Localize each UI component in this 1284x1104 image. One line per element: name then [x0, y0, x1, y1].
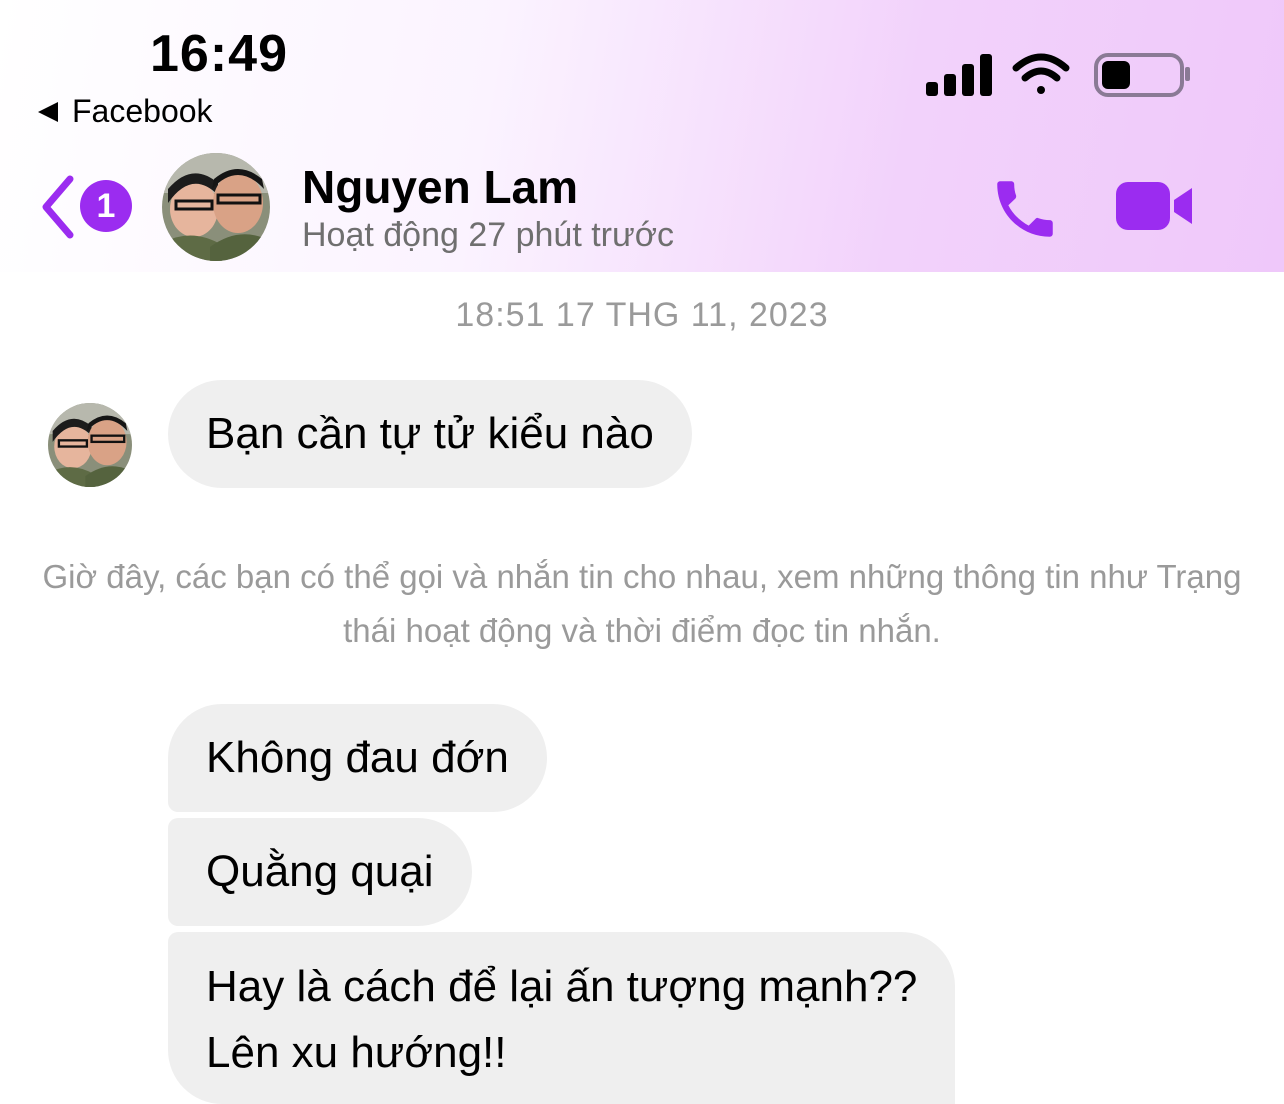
wifi-icon — [1012, 53, 1070, 94]
chat-header: 16:49 Facebook 1 Nguyen Lam Hoạt động 27… — [0, 0, 1284, 272]
call-button[interactable] — [988, 172, 1062, 251]
chat-notice: Giờ đây, các bạn có thể gọi và nhắn tin … — [42, 558, 1242, 649]
back-triangle-icon — [38, 101, 58, 122]
battery-icon — [1094, 53, 1190, 97]
video-camera-icon — [1116, 182, 1192, 230]
message-bubble-multiline[interactable]: Hay là cách để lại ấn tượng mạnh?? Lên x… — [168, 932, 956, 1104]
message-line: Lên xu hướng!! — [206, 1028, 507, 1077]
cellular-signal-icon — [926, 54, 992, 96]
message-bubble[interactable]: Không đau đớn — [168, 704, 547, 812]
video-call-button[interactable] — [1112, 178, 1196, 239]
back-to-app-link[interactable]: Facebook — [38, 93, 213, 130]
contact-avatar[interactable] — [162, 153, 270, 261]
status-icons — [924, 52, 1194, 105]
unread-badge: 1 — [80, 180, 132, 232]
back-button[interactable] — [38, 175, 78, 244]
chevron-left-icon — [42, 175, 74, 239]
message-bubble[interactable]: Bạn cần tự tử kiểu nào — [168, 380, 692, 488]
message-bubble[interactable]: Quằng quại — [168, 818, 472, 926]
sender-avatar[interactable] — [48, 403, 132, 487]
message-line: Hay là cách để lại ấn tượng mạnh?? — [206, 962, 918, 1011]
back-app-label: Facebook — [72, 93, 213, 129]
contact-activity-status: Hoạt động 27 phút trước — [302, 216, 675, 254]
status-time: 16:49 — [150, 25, 288, 83]
phone-icon — [997, 181, 1053, 237]
contact-name[interactable]: Nguyen Lam — [302, 160, 578, 214]
conversation-timestamp: 18:51 17 THG 11, 2023 — [455, 296, 829, 334]
